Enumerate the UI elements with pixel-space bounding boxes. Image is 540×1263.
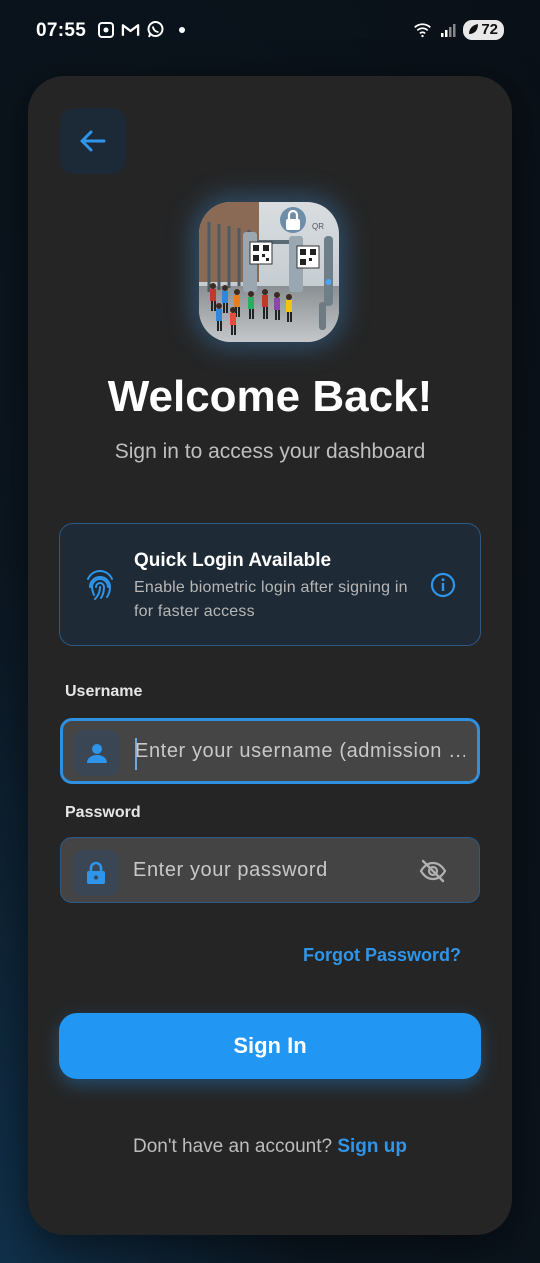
status-bar: 07:55 72 [0,0,540,62]
sign-up-link[interactable]: Sign up [337,1136,407,1157]
screenshot-icon [96,20,115,39]
sign-in-button[interactable]: Sign In [59,1013,481,1079]
page-subtitle: Sign in to access your dashboard [114,440,426,463]
status-time: 07:55 [36,20,87,41]
battery-level: 72 [481,21,498,38]
notification-dot [179,26,185,33]
password-icon-container [73,850,119,896]
gmail-icon [121,20,140,39]
password-field[interactable] [60,837,480,903]
arrow-left-icon [80,130,106,152]
username-input[interactable] [135,721,465,781]
back-button[interactable] [60,108,126,174]
battery-indicator: 72 [463,20,504,40]
svg-text:QR: QR [312,222,324,231]
username-icon-container [74,730,120,776]
app-logo: QR [199,202,339,342]
battery-icon [469,24,479,34]
app-logo-image: QR [199,202,339,342]
quick-login-title: Quick Login Available [134,550,332,571]
person-icon [87,744,107,763]
lock-icon [87,861,105,884]
page-title: Welcome Back! [107,372,433,421]
signup-prompt: Don't have an account? [133,1136,333,1157]
username-field[interactable] [60,718,480,784]
signup-row: Don't have an account? Sign up [28,1136,512,1158]
eye-off-icon[interactable] [419,859,447,883]
fingerprint-icon [87,570,113,600]
password-input[interactable] [133,838,463,902]
quick-login-description: Enable biometric login after signing in … [134,579,408,620]
wifi-icon [413,21,432,40]
whatsapp-icon [146,20,165,39]
password-label: Password [65,804,141,821]
status-right-icons: 72 [413,20,504,40]
forgot-password-link[interactable]: Forgot Password? [303,945,461,966]
login-card: QR Welcome Back! Sign in to access your … [28,76,512,1235]
quick-login-banner: Quick Login Available Enable biometric l… [59,523,481,646]
signal-icon [438,21,457,40]
status-left-icons [96,20,185,39]
info-icon[interactable] [430,572,456,598]
username-label: Username [65,683,143,700]
